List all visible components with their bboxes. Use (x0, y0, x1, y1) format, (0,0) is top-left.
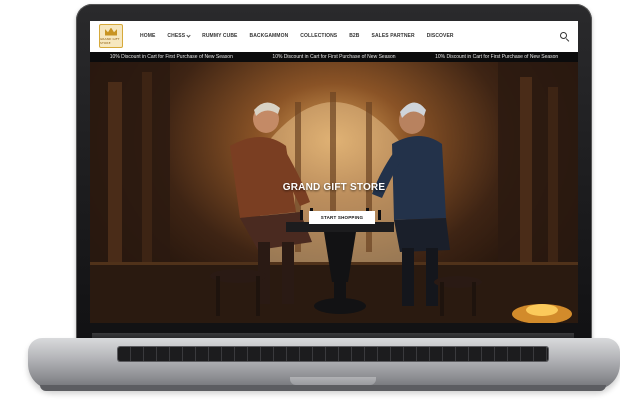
nav-sales-partner[interactable]: SALES PARTNER (372, 33, 415, 39)
nav-chess[interactable]: CHESS (167, 32, 191, 39)
search-icon-handle (565, 38, 570, 42)
announcement-text: 10% Discount in Cart for First Purchase … (109, 54, 233, 60)
nav-home[interactable]: HOME (140, 33, 155, 39)
nav-backgammon[interactable]: BACKGAMMON (250, 33, 289, 39)
nav-b2b-label: B2B (349, 33, 360, 39)
nav-home-label: HOME (140, 33, 156, 39)
chevron-down-icon (186, 32, 191, 38)
search-button[interactable] (559, 31, 570, 42)
nav-rummy-cube[interactable]: RUMMY CUBE (202, 33, 237, 39)
nav-backgammon-label: BACKGAMMON (249, 33, 289, 39)
laptop-screen: GRAND GIFT STORE HOME CHESS RUMMY CUBE B… (90, 21, 578, 323)
logo-text: GRAND GIFT STORE (100, 36, 120, 45)
store-logo[interactable]: GRAND GIFT STORE (99, 24, 123, 48)
main-nav: HOME CHESS RUMMY CUBE BACKGAMMON COLLECT… (140, 32, 454, 39)
crown-icon (105, 27, 117, 36)
nav-discover[interactable]: DISCOVER (427, 33, 454, 39)
laptop-base-lip (40, 385, 606, 391)
nav-chess-label: CHESS (167, 33, 186, 39)
announcement-text: 10% Discount in Cart for First Purchase … (272, 54, 396, 60)
nav-rummy-cube-label: RUMMY CUBE (202, 33, 238, 39)
nav-b2b[interactable]: B2B (349, 33, 359, 39)
laptop-trackpad-notch (290, 377, 376, 385)
laptop-keyboard (118, 347, 548, 361)
nav-discover-label: DISCOVER (426, 33, 454, 39)
nav-sales-partner-label: SALES PARTNER (371, 33, 415, 39)
nav-collections[interactable]: COLLECTIONS (300, 33, 337, 39)
nav-collections-label: COLLECTIONS (300, 33, 338, 39)
announcement-bar: 10% Discount in Cart for First Purchase … (90, 52, 578, 62)
hero-banner: GRAND GIFT STORE START SHOPPING (90, 62, 578, 323)
announcement-text: 10% Discount in Cart for First Purchase … (435, 54, 559, 60)
start-shopping-button[interactable]: START SHOPPING (309, 211, 375, 224)
hero-title: GRAND GIFT STORE (282, 182, 386, 193)
site-header: GRAND GIFT STORE HOME CHESS RUMMY CUBE B… (90, 21, 578, 52)
